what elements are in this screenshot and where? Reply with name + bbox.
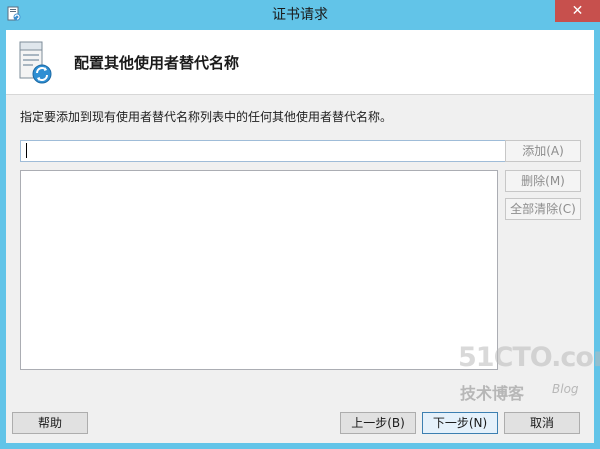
help-button[interactable]: 帮助 <box>12 412 88 434</box>
close-icon: ✕ <box>571 3 584 19</box>
text-caret <box>26 143 27 158</box>
window-title: 证书请求 <box>272 7 328 23</box>
instruction-text: 指定要添加到现有使用者替代名称列表中的任何其他使用者替代名称。 <box>20 110 393 124</box>
clear-all-button[interactable]: 全部清除(C) <box>505 198 581 220</box>
close-button[interactable]: ✕ <box>555 0 600 22</box>
cancel-button[interactable]: 取消 <box>504 412 580 434</box>
next-button[interactable]: 下一步(N) <box>422 412 498 434</box>
back-button[interactable]: 上一步(B) <box>340 412 416 434</box>
certificate-request-icon <box>19 41 52 84</box>
certificate-request-window: 证书请求 ✕ 配置其他使用者替代名称 指定要添加到现有使用者替代名称列表中的任何… <box>0 0 600 449</box>
alternate-name-input[interactable] <box>20 140 506 162</box>
dialog-client-area: 配置其他使用者替代名称 指定要添加到现有使用者替代名称列表中的任何其他使用者替代… <box>6 30 594 443</box>
title-bar[interactable]: 证书请求 ✕ <box>0 0 600 30</box>
page-title: 配置其他使用者替代名称 <box>74 54 240 72</box>
remove-button[interactable]: 删除(M) <box>505 170 581 192</box>
alternate-names-list[interactable] <box>20 170 498 370</box>
wizard-header: 配置其他使用者替代名称 <box>6 30 594 95</box>
add-button[interactable]: 添加(A) <box>505 140 581 162</box>
